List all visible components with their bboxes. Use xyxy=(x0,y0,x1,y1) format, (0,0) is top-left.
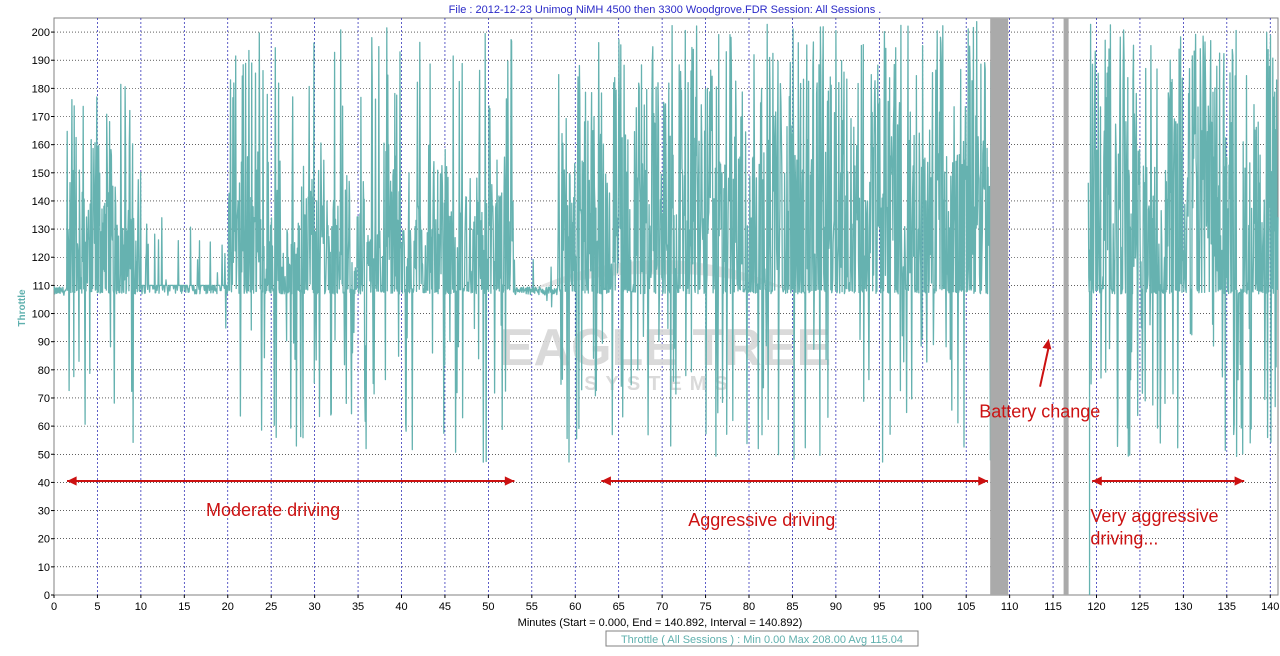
x-tick-label: 0 xyxy=(51,601,57,613)
y-tick-label: 90 xyxy=(38,337,50,349)
annotation-label: Very aggressive xyxy=(1090,506,1218,526)
x-tick-label: 5 xyxy=(94,601,100,613)
x-tick-label: 35 xyxy=(352,601,364,613)
y-tick-label: 120 xyxy=(32,252,50,264)
y-tick-label: 100 xyxy=(32,309,50,321)
annotation-label: driving... xyxy=(1090,528,1158,548)
throttle-chart: File : 2012-12-23 Unimog NiMH 4500 then … xyxy=(0,0,1280,651)
x-tick-label: 60 xyxy=(569,601,581,613)
y-tick-label: 190 xyxy=(32,55,50,67)
session-marker xyxy=(990,18,1009,595)
y-axis-label: Throttle xyxy=(17,289,28,327)
x-tick-label: 40 xyxy=(395,601,407,613)
y-tick-label: 0 xyxy=(44,590,50,602)
x-tick-label: 140 xyxy=(1261,601,1279,613)
x-tick-label: 90 xyxy=(830,601,842,613)
x-tick-label: 115 xyxy=(1044,601,1062,613)
y-tick-label: 80 xyxy=(38,365,50,377)
x-tick-label: 10 xyxy=(135,601,147,613)
x-tick-label: 120 xyxy=(1087,601,1105,613)
x-tick-label: 110 xyxy=(1001,601,1019,613)
x-tick-label: 50 xyxy=(482,601,494,613)
y-tick-label: 30 xyxy=(38,506,50,518)
y-tick-label: 160 xyxy=(32,140,50,152)
x-tick-label: 25 xyxy=(265,601,277,613)
watermark-sub: SYSTEMS xyxy=(584,373,736,395)
x-tick-label: 85 xyxy=(786,601,798,613)
x-tick-label: 75 xyxy=(699,601,711,613)
y-tick-label: 40 xyxy=(38,477,50,489)
y-tick-label: 150 xyxy=(32,168,50,180)
x-tick-label: 105 xyxy=(957,601,975,613)
x-tick-label: 65 xyxy=(613,601,625,613)
session-marker xyxy=(1063,18,1069,595)
legend-text: Throttle ( All Sessions ) : Min 0.00 Max… xyxy=(621,634,903,646)
y-tick-label: 60 xyxy=(38,421,50,433)
legend: Throttle ( All Sessions ) : Min 0.00 Max… xyxy=(605,630,919,647)
chart-svg: File : 2012-12-23 Unimog NiMH 4500 then … xyxy=(17,4,1279,647)
x-tick-label: 100 xyxy=(914,601,932,613)
x-tick-label: 45 xyxy=(439,601,451,613)
y-tick-label: 130 xyxy=(32,224,50,236)
x-tick-label: 80 xyxy=(743,601,755,613)
annotation-label: Aggressive driving xyxy=(688,510,835,530)
x-tick-label: 95 xyxy=(873,601,885,613)
y-tick-label: 110 xyxy=(32,280,50,292)
y-tick-label: 140 xyxy=(32,196,50,208)
watermark-main: EAGLE TREE xyxy=(499,319,831,377)
x-tick-label: 15 xyxy=(178,601,190,613)
y-tick-label: 180 xyxy=(32,83,50,95)
y-tick-label: 200 xyxy=(32,27,50,39)
y-tick-label: 20 xyxy=(38,534,50,546)
y-tick-label: 10 xyxy=(38,562,50,574)
x-tick-label: 70 xyxy=(656,601,668,613)
x-tick-label: 30 xyxy=(309,601,321,613)
x-tick-label: 130 xyxy=(1174,601,1192,613)
x-axis-label: Minutes (Start = 0.000, End = 140.892, I… xyxy=(518,617,803,629)
x-tick-label: 20 xyxy=(222,601,234,613)
x-tick-label: 125 xyxy=(1131,601,1149,613)
y-tick-label: 50 xyxy=(38,449,50,461)
chart-title: File : 2012-12-23 Unimog NiMH 4500 then … xyxy=(449,4,882,16)
y-tick-label: 170 xyxy=(32,112,50,124)
x-tick-label: 55 xyxy=(526,601,538,613)
x-tick-label: 135 xyxy=(1218,601,1236,613)
annotation-label: Moderate driving xyxy=(206,500,340,520)
annotation-label: Battery change xyxy=(979,402,1100,422)
y-tick-label: 70 xyxy=(38,393,50,405)
